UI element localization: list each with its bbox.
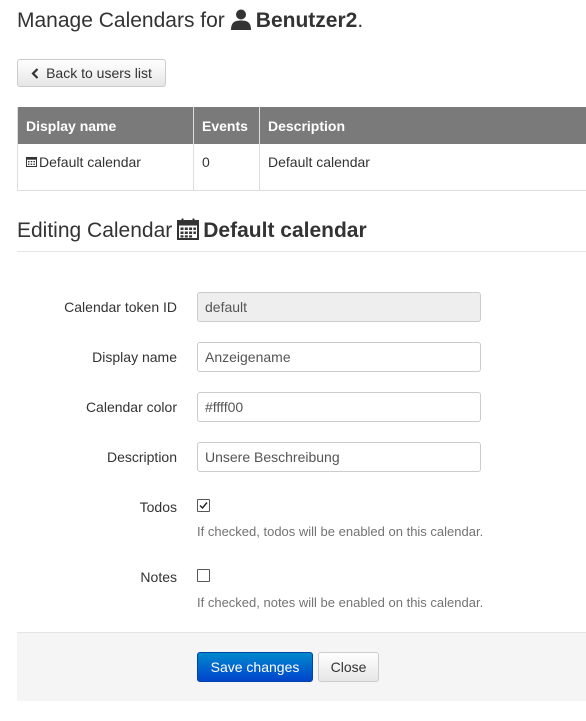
page-title-username: Benutzer2 [255, 9, 358, 32]
token-id-field: default [197, 292, 481, 322]
table-header-row: Display name Events Description [17, 107, 586, 144]
edit-heading-prefix: Editing Calendar [17, 219, 173, 242]
cell-events: 0 [193, 144, 260, 191]
description-label: Description [106, 449, 177, 465]
save-changes-button[interactable]: Save changes [197, 652, 313, 682]
token-id-value: default [205, 299, 248, 315]
back-button-label: Back to users list [46, 65, 152, 81]
cell-description: Default calendar [259, 144, 586, 191]
close-button[interactable]: Close [318, 652, 379, 682]
cell-display-name-text: Default calendar [39, 154, 141, 170]
notes-help-text: If checked, notes will be enabled on thi… [197, 595, 484, 610]
calendar-icon [26, 154, 37, 170]
calendars-table: Display name Events Description Default … [17, 107, 586, 191]
checkmark-icon [199, 502, 208, 510]
page-title-suffix: . [357, 9, 364, 32]
display-name-input[interactable]: Anzeigename [197, 342, 481, 372]
back-to-users-button[interactable]: Back to users list [17, 59, 166, 87]
column-header-display-name: Display name [17, 107, 194, 144]
description-input[interactable]: Unsere Beschreibung [197, 442, 481, 472]
notes-checkbox[interactable] [197, 569, 210, 582]
calendar-color-input[interactable]: #ffff00 [197, 392, 481, 422]
calendar-color-value: #ffff00 [205, 399, 244, 415]
edit-calendar-heading: Editing Calendar Default calendar [17, 216, 367, 249]
table-row[interactable]: Default calendar 0 Default calendar [17, 144, 586, 191]
calendar-icon [177, 218, 200, 249]
page-title-prefix: Manage Calendars for [17, 9, 225, 32]
page-title: Manage Calendars for Benutzer2. [17, 6, 363, 39]
todos-help-text: If checked, todos will be enabled on thi… [197, 524, 484, 539]
section-divider [17, 251, 586, 252]
cell-display-name[interactable]: Default calendar [17, 144, 194, 191]
column-header-description: Description [259, 107, 586, 144]
description-value: Unsere Beschreibung [205, 449, 340, 465]
token-id-label: Calendar token ID [64, 299, 177, 315]
display-name-value: Anzeigename [205, 349, 291, 365]
user-icon [230, 8, 252, 39]
edit-heading-calendar-name: Default calendar [203, 219, 367, 242]
todos-label: Todos [139, 499, 177, 515]
calendar-color-label: Calendar color [85, 399, 177, 415]
display-name-label: Display name [92, 349, 177, 365]
column-header-events: Events [193, 107, 260, 144]
chevron-left-icon [31, 67, 39, 79]
notes-label: Notes [140, 569, 177, 585]
todos-checkbox[interactable] [197, 499, 210, 512]
